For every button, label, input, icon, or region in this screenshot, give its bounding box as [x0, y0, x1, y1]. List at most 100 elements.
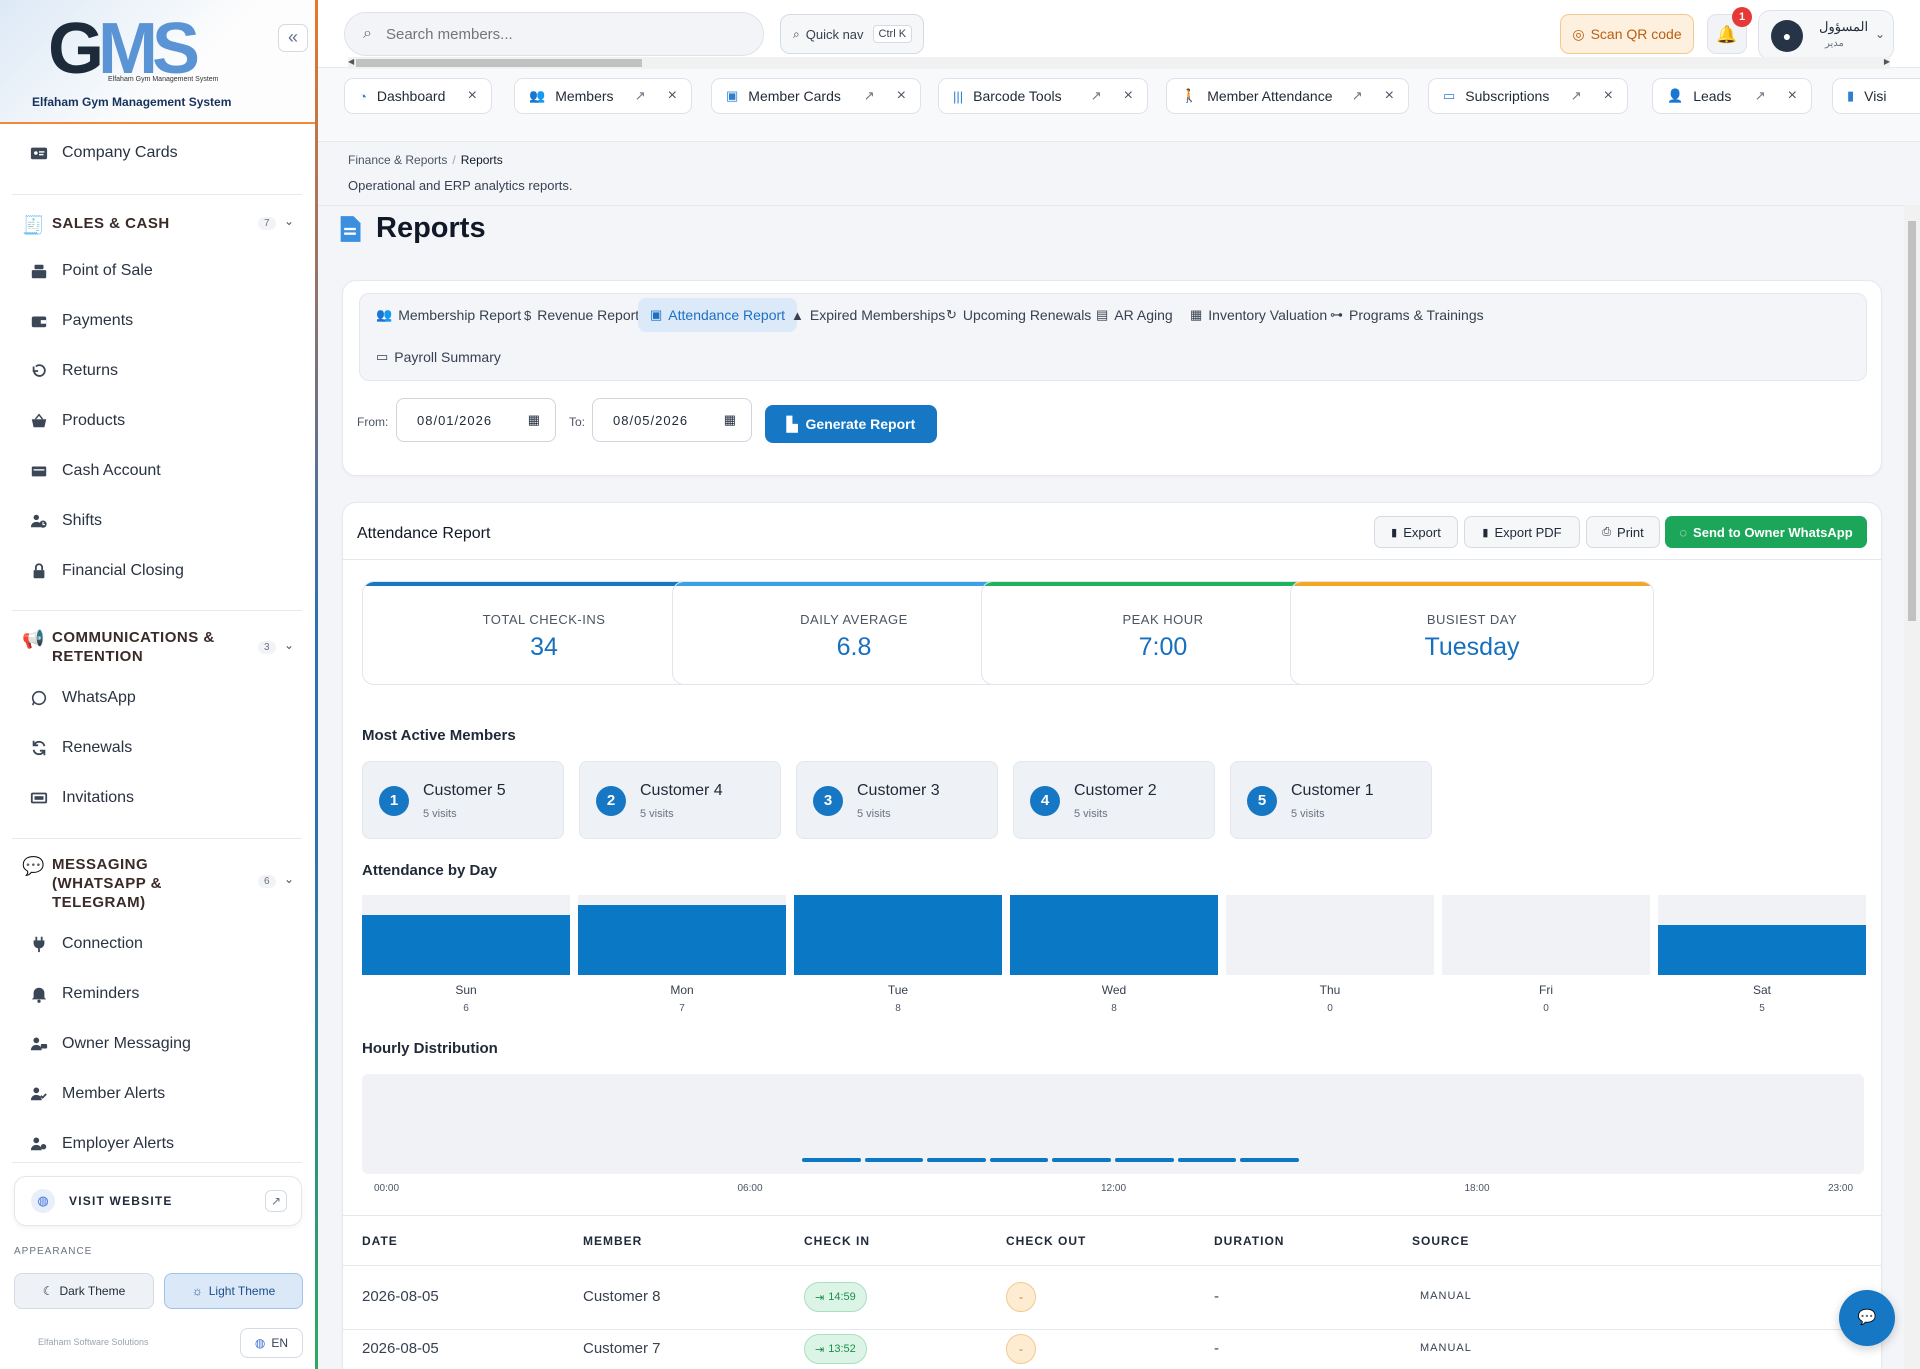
- sidebar-item-products[interactable]: Products: [28, 406, 125, 436]
- gms-logo[interactable]: GMS Elfaham Gym Management System: [48, 13, 219, 85]
- chevron-down-icon: ⌄: [284, 214, 295, 228]
- bell-icon: 🔔: [1716, 25, 1738, 44]
- day-value: 6: [463, 1003, 469, 1014]
- scrollbar-thumb[interactable]: [356, 59, 642, 67]
- tab-label: Members: [555, 88, 614, 104]
- sidebar-item-cash-account[interactable]: Cash Account: [28, 456, 161, 486]
- quick-nav-button[interactable]: ⌕ Quick nav Ctrl K: [780, 14, 924, 54]
- sidebar-item-reminders[interactable]: Reminders: [28, 979, 139, 1009]
- close-icon[interactable]: ×: [468, 87, 477, 105]
- sidebar-item-renewals[interactable]: Renewals: [28, 733, 132, 763]
- close-icon[interactable]: ×: [1604, 87, 1613, 105]
- member-card[interactable]: 2 Customer 4 5 visits: [579, 761, 781, 839]
- external-link-icon[interactable]: ↗: [635, 88, 646, 104]
- report-tab-upcoming-renewals[interactable]: ↻ Upcoming Renewals: [934, 298, 1103, 332]
- external-link-icon[interactable]: ↗: [1091, 88, 1102, 104]
- cash-icon: [28, 460, 50, 482]
- scroll-right-arrow[interactable]: ▶: [1884, 57, 1890, 66]
- sidebar-item-member-alerts[interactable]: Member Alerts: [28, 1079, 165, 1109]
- sidebar-item-invitations[interactable]: Invitations: [28, 783, 134, 813]
- sidebar-item-employer-alerts[interactable]: Employer Alerts: [28, 1129, 174, 1159]
- member-card[interactable]: 3 Customer 3 5 visits: [796, 761, 998, 839]
- table-row[interactable]: 2026-08-05 Customer 7 ⇥ 13:52 - - MANUAL: [343, 1318, 1881, 1369]
- collapse-sidebar-button[interactable]: «: [278, 24, 308, 52]
- scan-qr-button[interactable]: ◎ Scan QR code: [1560, 14, 1694, 54]
- scrollbar-thumb[interactable]: [1908, 221, 1916, 621]
- external-link-icon[interactable]: ↗: [1352, 88, 1363, 104]
- language-switch[interactable]: ◍ EN: [240, 1328, 303, 1358]
- notifications-button[interactable]: 🔔 1: [1707, 7, 1752, 54]
- tab-members[interactable]: 👥 Members ↗ ×: [514, 78, 692, 114]
- light-theme-button[interactable]: ☼ Light Theme: [164, 1273, 303, 1309]
- tab-dashboard[interactable]: ◔ Dashboard ×: [344, 78, 492, 114]
- tab-subscriptions[interactable]: ▭ Subscriptions ↗ ×: [1428, 78, 1628, 114]
- calendar-icon[interactable]: ▦: [724, 412, 737, 428]
- report-tab-label: Programs & Trainings: [1349, 307, 1484, 323]
- tab-visits[interactable]: ▮ Visi: [1832, 78, 1920, 114]
- close-icon[interactable]: ×: [1385, 87, 1394, 105]
- external-link-icon[interactable]: ↗: [1755, 88, 1766, 104]
- sidebar-item-company-cards[interactable]: Company Cards: [28, 138, 178, 168]
- breadcrumb-parent[interactable]: Finance & Reports: [348, 153, 447, 167]
- sidebar-item-financial-closing[interactable]: Financial Closing: [28, 556, 184, 586]
- tab-leads[interactable]: 👤 Leads ↗ ×: [1652, 78, 1812, 114]
- export-pdf-button[interactable]: ▮ Export PDF: [1464, 516, 1580, 548]
- calendar-icon[interactable]: ▦: [528, 412, 541, 428]
- report-tab-programs-trainings[interactable]: ⊶ Programs & Trainings: [1318, 298, 1496, 332]
- sidebar-item-shifts[interactable]: Shifts: [28, 506, 102, 536]
- rank-badge: 5: [1247, 786, 1277, 816]
- day-bar: [578, 905, 786, 975]
- print-button[interactable]: ⎙ Print: [1586, 516, 1660, 548]
- close-icon[interactable]: ×: [668, 87, 677, 105]
- tab-member-attendance[interactable]: 🚶 Member Attendance ↗ ×: [1166, 78, 1409, 114]
- visit-website-button[interactable]: ◍ VISIT WEBSITE ↗: [14, 1176, 302, 1226]
- sidebar-item-whatsapp[interactable]: WhatsApp: [28, 683, 136, 713]
- search-box[interactable]: ⌕: [344, 12, 764, 56]
- close-icon[interactable]: ×: [1124, 87, 1133, 105]
- sidebar-item-owner-messaging[interactable]: Owner Messaging: [28, 1029, 191, 1059]
- sidebar-item-point-of-sale[interactable]: Point of Sale: [28, 256, 153, 286]
- section-messaging[interactable]: 💬 MESSAGING (WHATSAPP & TELEGRAM) 6 ⌄: [22, 855, 300, 912]
- tab-barcode-tools[interactable]: ||| Barcode Tools ↗ ×: [938, 78, 1148, 114]
- hour-bar: [927, 1158, 986, 1162]
- report-tab-ar-aging[interactable]: ▤ AR Aging: [1084, 298, 1185, 332]
- scroll-left-arrow[interactable]: ◀: [348, 57, 354, 66]
- report-tab-expired-memberships[interactable]: ▲ Expired Memberships: [779, 298, 957, 332]
- tabs-scrollbar[interactable]: ◀ ▶: [348, 57, 1890, 69]
- send-owner-whatsapp-button[interactable]: ◌ Send to Owner WhatsApp: [1665, 516, 1867, 548]
- chat-support-button[interactable]: 💬: [1839, 1290, 1895, 1346]
- member-card[interactable]: 4 Customer 2 5 visits: [1013, 761, 1215, 839]
- tab-label: Barcode Tools: [973, 88, 1062, 104]
- user-menu[interactable]: ● المسؤول مدير ⌄: [1758, 10, 1894, 60]
- section-sales-cash[interactable]: 🧾 SALES & CASH 7 ⌄: [22, 214, 300, 236]
- megaphone-icon: 📢: [22, 629, 45, 649]
- day-label: Sun: [455, 983, 477, 997]
- from-date-input[interactable]: 08/01/2026 ▦: [396, 398, 556, 442]
- sidebar-item-payments[interactable]: Payments: [28, 306, 133, 336]
- day-value: 0: [1543, 1003, 1549, 1014]
- tab-member-cards[interactable]: ▣ Member Cards ↗ ×: [711, 78, 921, 114]
- section-communications-retention[interactable]: 📢 COMMUNICATIONS & RETENTION 3 ⌄: [22, 628, 300, 666]
- report-tab-revenue-report[interactable]: $ Revenue Report: [512, 298, 651, 332]
- report-tab-membership-report[interactable]: 👥 Membership Report: [364, 298, 533, 332]
- page-scrollbar[interactable]: [1904, 205, 1920, 1369]
- close-icon[interactable]: ×: [897, 87, 906, 105]
- export-button[interactable]: ▮ Export: [1374, 516, 1458, 548]
- report-tab-payroll-summary[interactable]: ▭ Payroll Summary: [364, 340, 513, 374]
- generate-report-button[interactable]: ▙ Generate Report: [765, 405, 937, 443]
- boxes-icon: ▦: [1190, 307, 1203, 322]
- member-card[interactable]: 5 Customer 1 5 visits: [1230, 761, 1432, 839]
- member-card[interactable]: 1 Customer 5 5 visits: [362, 761, 564, 839]
- brand-name: Elfaham Gym Management System: [32, 95, 232, 109]
- external-link-icon[interactable]: ↗: [1571, 88, 1582, 104]
- globe-icon: ◍: [254, 1336, 266, 1350]
- report-tab-inventory-valuation[interactable]: ▦ Inventory Valuation: [1178, 298, 1339, 332]
- report-tab-attendance-report[interactable]: ▣ Attendance Report: [638, 298, 798, 332]
- external-link-icon[interactable]: ↗: [864, 88, 875, 104]
- sidebar-item-connection[interactable]: Connection: [28, 929, 143, 959]
- dark-theme-button[interactable]: ☾ Dark Theme: [14, 1273, 154, 1309]
- close-icon[interactable]: ×: [1788, 87, 1797, 105]
- sidebar-item-returns[interactable]: Returns: [28, 356, 118, 386]
- search-input[interactable]: [385, 25, 726, 43]
- to-date-input[interactable]: 08/05/2026 ▦: [592, 398, 752, 442]
